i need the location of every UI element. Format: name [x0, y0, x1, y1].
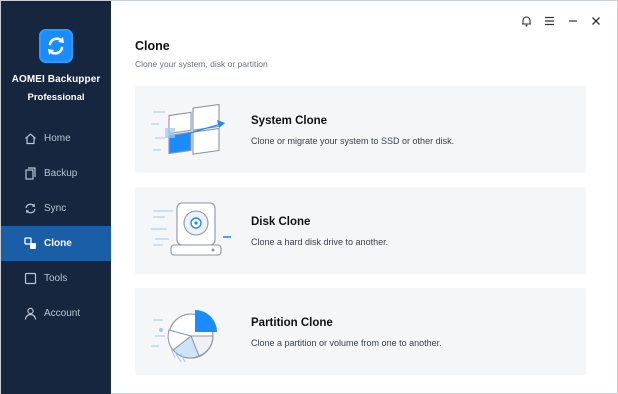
card-title: System Clone: [251, 115, 328, 127]
partition-clone-card[interactable]: Partition Clone Clone a partition or vol…: [135, 288, 586, 375]
card-title: Disk Clone: [251, 216, 311, 228]
sidebar-nav: Home Backup Sync Clone Tools Account: [1, 121, 111, 331]
sidebar: AOMEI Backupper Professional Home Backup: [1, 1, 111, 394]
sidebar-item-label: Tools: [44, 273, 68, 284]
sidebar-item-sync[interactable]: Sync: [1, 191, 111, 226]
card-title: Partition Clone: [251, 317, 333, 329]
account-icon: [23, 307, 37, 321]
sidebar-item-label: Account: [44, 308, 81, 319]
card-description: Clone a hard disk drive to another.: [251, 237, 389, 247]
sync-icon: [23, 202, 37, 216]
sidebar-item-label: Backup: [44, 168, 78, 179]
hard-disk-icon: [151, 199, 231, 263]
home-icon: [23, 132, 37, 146]
sidebar-item-account[interactable]: Account: [1, 296, 111, 331]
app-window: AOMEI Backupper Professional Home Backup: [0, 0, 618, 394]
app-edition: Professional: [27, 92, 85, 103]
sidebar-item-label: Sync: [44, 203, 67, 214]
sidebar-item-label: Home: [44, 133, 71, 144]
windows-system-icon: [151, 98, 231, 162]
system-clone-card[interactable]: System Clone Clone or migrate your syste…: [135, 86, 586, 173]
card-description: Clone a partition or volume from one to …: [251, 338, 442, 348]
app-name: AOMEI Backupper: [11, 74, 101, 85]
pie-partition-icon: [151, 300, 231, 364]
sidebar-item-tools[interactable]: Tools: [1, 261, 111, 296]
backup-icon: [23, 167, 37, 181]
sidebar-item-label: Clone: [44, 238, 72, 249]
page-title: Clone: [135, 39, 170, 53]
disk-clone-card[interactable]: Disk Clone Clone a hard disk drive to an…: [135, 187, 586, 274]
sidebar-item-home[interactable]: Home: [1, 121, 111, 156]
app-logo-icon: [39, 29, 73, 63]
clone-icon: [23, 237, 37, 251]
sidebar-item-clone[interactable]: Clone: [1, 226, 111, 261]
main-content: Clone Clone your system, disk or partiti…: [111, 1, 618, 394]
page-subtitle: Clone your system, disk or partition: [135, 59, 268, 69]
card-description: Clone or migrate your system to SSD or o…: [251, 136, 455, 146]
tools-icon: [23, 272, 37, 286]
brand: AOMEI Backupper Professional: [1, 29, 111, 103]
sidebar-item-backup[interactable]: Backup: [1, 156, 111, 191]
